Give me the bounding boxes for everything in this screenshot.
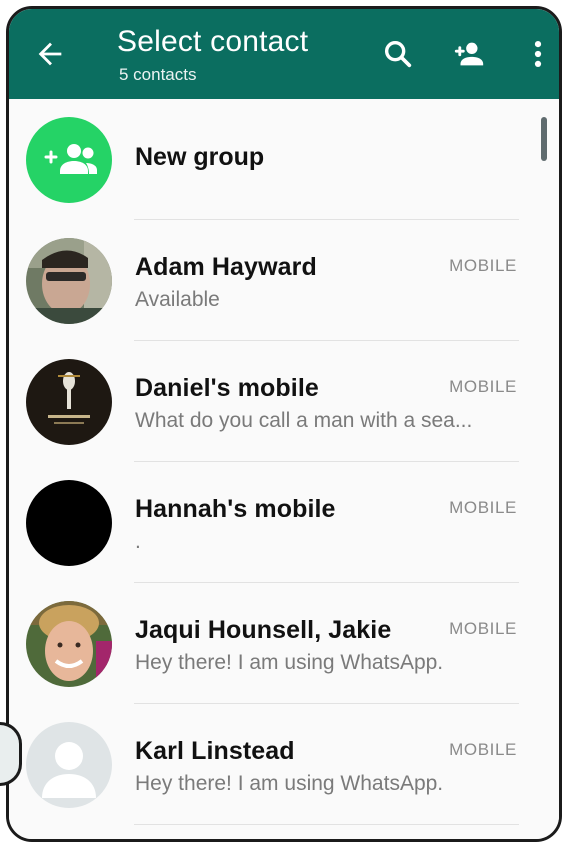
page-title: Select contact [117,25,309,58]
contact-name: Adam Hayward [135,253,317,281]
divider [134,824,519,825]
avatar [26,359,112,445]
contact-type-label: MOBILE [449,619,517,638]
contact-row[interactable]: Daniel's mobile MOBILE What do you call … [9,341,559,462]
contact-count: 5 contacts [119,65,197,84]
avatar [26,238,112,324]
avatar [26,480,112,566]
group-add-icon [26,117,112,203]
contact-name: Jaqui Hounsell, Jakie [135,616,392,644]
app-bar: Select contact 5 contacts [9,9,559,99]
contact-status: Available [135,288,220,311]
contact-row[interactable]: Karl Linstead MOBILE Hey there! I am usi… [9,704,559,825]
phone-screen: Select contact 5 contacts New group Adam… [6,6,562,842]
contact-list[interactable]: New group Adam Hayward MOBILE Available [9,99,559,839]
contact-name: Daniel's mobile [135,374,319,402]
contact-type-label: MOBILE [449,740,517,759]
contact-name: Karl Linstead [135,737,295,765]
contact-type-label: MOBILE [449,377,517,396]
more-vert-icon[interactable] [521,37,555,71]
avatar [26,601,112,687]
contact-status: Hey there! I am using WhatsApp. [135,772,444,795]
contact-type-label: MOBILE [449,498,517,517]
new-group-label: New group [135,143,265,171]
contact-status: What do you call a man with a sea... [135,409,473,432]
add-contact-icon[interactable] [452,37,486,71]
contact-status: . [135,530,141,553]
contact-row[interactable]: Adam Hayward MOBILE Available [9,220,559,341]
contact-status: Hey there! I am using WhatsApp. [135,651,444,674]
search-icon[interactable] [381,37,415,71]
contact-name: Hannah's mobile [135,495,336,523]
contact-row[interactable]: Hannah's mobile MOBILE . [9,462,559,583]
contact-row[interactable]: Jaqui Hounsell, Jakie MOBILE Hey there! … [9,583,559,704]
back-arrow-icon[interactable] [33,37,67,71]
new-group-row[interactable]: New group [9,99,559,220]
default-avatar-icon [26,722,112,808]
contact-type-label: MOBILE [449,256,517,275]
